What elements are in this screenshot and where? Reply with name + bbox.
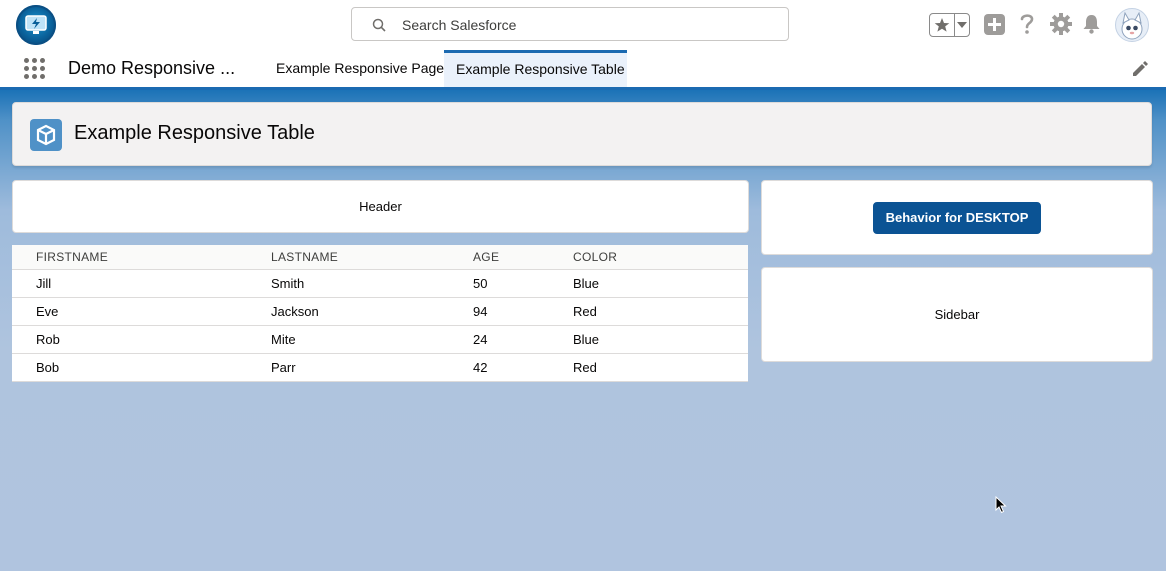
behavior-button[interactable]: Behavior for DESKTOP [873, 201, 1041, 234]
cursor-icon [995, 496, 1007, 514]
star-icon [934, 18, 950, 32]
cell-age: 24 [449, 325, 549, 354]
cell-age: 42 [449, 353, 549, 382]
cell-lastname: Jackson [247, 297, 449, 326]
table-header-row: FIRSTNAME LASTNAME AGE COLOR [12, 245, 748, 270]
cell-lastname: Mite [247, 325, 449, 354]
help-icon[interactable] [1019, 13, 1035, 35]
sidebar-card-label: Sidebar [934, 307, 980, 322]
cell-lastname: Parr [247, 353, 449, 382]
favorites-button[interactable] [930, 14, 955, 36]
cell-lastname: Smith [247, 269, 449, 298]
search-box[interactable] [351, 7, 789, 41]
cell-age: 94 [449, 297, 549, 326]
cell-firstname: Bob [12, 353, 247, 382]
page-title: Example Responsive Table [74, 122, 315, 144]
global-header [0, 0, 1166, 50]
tab-example-responsive-table[interactable]: Example Responsive Table [444, 50, 627, 87]
cell-color: Red [549, 297, 748, 326]
column-header-age[interactable]: AGE [449, 245, 549, 270]
sidebar-button-card: Behavior for DESKTOP [761, 180, 1153, 255]
cell-firstname: Jill [12, 269, 247, 298]
column-header-firstname[interactable]: FIRSTNAME [12, 245, 247, 270]
nav-bar: Demo Responsive ... Example Responsive P… [0, 50, 1166, 90]
add-icon[interactable] [984, 14, 1005, 35]
header-card: Header [12, 180, 749, 233]
sidebar-card: Sidebar [761, 267, 1153, 362]
cell-color: Red [549, 353, 748, 382]
app-name: Demo Responsive ... [68, 58, 236, 78]
page-header: Example Responsive Table [12, 102, 1152, 166]
header-card-label: Header [359, 199, 402, 214]
column-header-lastname[interactable]: LASTNAME [247, 245, 449, 270]
tab-example-responsive-page[interactable]: Example Responsive Page [264, 50, 456, 87]
table-row: Jill Smith 50 Blue [12, 269, 748, 298]
chevron-down-icon [957, 22, 967, 28]
avatar[interactable] [1115, 8, 1149, 42]
favorites-menu-button[interactable] [955, 14, 969, 36]
table-row: Eve Jackson 94 Red [12, 297, 748, 326]
waffle-icon[interactable] [24, 58, 46, 80]
column-header-color[interactable]: COLOR [549, 245, 748, 270]
table-row: Rob Mite 24 Blue [12, 325, 748, 354]
cell-firstname: Eve [12, 297, 247, 326]
search-input[interactable] [400, 14, 774, 36]
cell-age: 50 [449, 269, 549, 298]
table-row: Bob Parr 42 Red [12, 353, 748, 382]
bell-icon[interactable] [1082, 14, 1101, 34]
page-object-icon [30, 119, 62, 151]
app-logo-icon[interactable] [16, 5, 56, 45]
search-icon [372, 18, 386, 32]
cell-firstname: Rob [12, 325, 247, 354]
cell-color: Blue [549, 325, 748, 354]
pencil-icon[interactable] [1131, 60, 1149, 78]
gear-icon[interactable] [1050, 13, 1072, 35]
data-table: FIRSTNAME LASTNAME AGE COLOR Jill Smith … [12, 245, 748, 382]
cell-color: Blue [549, 269, 748, 298]
favorites-button-group [929, 13, 970, 37]
